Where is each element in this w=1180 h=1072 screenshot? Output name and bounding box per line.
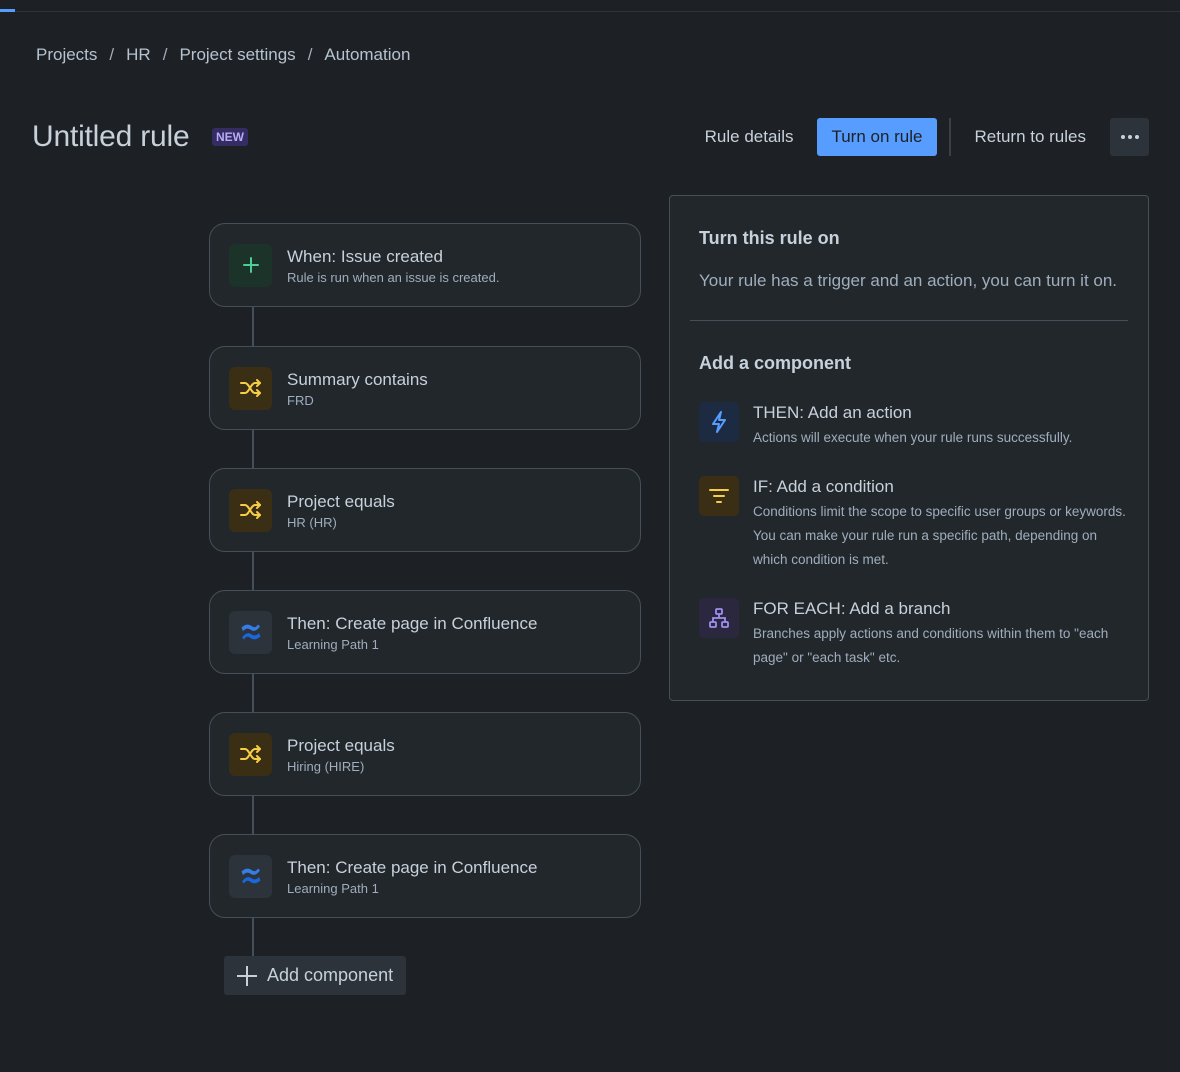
add-component-panel: Turn this rule on Your rule has a trigge… — [669, 195, 1149, 701]
more-actions-button[interactable] — [1110, 118, 1149, 156]
flow-node-condition[interactable]: Project equals Hiring (HIRE) — [209, 712, 641, 796]
node-title: Summary contains — [287, 369, 428, 389]
node-title: Project equals — [287, 735, 395, 755]
flow-node-condition[interactable]: Summary contains FRD — [209, 346, 641, 430]
return-to-rules-button[interactable]: Return to rules — [963, 118, 1099, 156]
plus-icon — [236, 965, 258, 987]
turn-on-rule-button[interactable]: Turn on rule — [817, 118, 937, 156]
new-badge: NEW — [212, 128, 248, 146]
node-title: Then: Create page in Confluence — [287, 613, 538, 633]
more-dots-icon — [1134, 135, 1139, 139]
node-subtitle: Hiring (HIRE) — [287, 758, 365, 774]
panel-divider — [690, 320, 1128, 321]
filter-icon — [699, 476, 739, 516]
breadcrumb-separator: / — [109, 45, 115, 64]
header-divider — [948, 118, 951, 156]
add-action-option[interactable]: THEN: Add an action Actions will execute… — [699, 402, 1129, 450]
breadcrumb-projects[interactable]: Projects — [36, 45, 97, 65]
add-condition-option[interactable]: IF: Add a condition Conditions limit the… — [699, 476, 1129, 572]
component-description: Branches apply actions and conditions wi… — [753, 626, 1109, 665]
component-description: Conditions limit the scope to specific u… — [753, 504, 1126, 567]
add-branch-option[interactable]: FOR EACH: Add a branch Branches apply ac… — [699, 598, 1129, 670]
node-subtitle: Learning Path 1 — [287, 636, 379, 652]
panel-heading: Turn this rule on — [699, 228, 840, 248]
shuffle-icon — [229, 732, 272, 776]
breadcrumb-hr[interactable]: HR — [126, 45, 151, 65]
node-subtitle: HR (HR) — [287, 514, 337, 530]
flow-node-action[interactable]: Then: Create page in Confluence Learning… — [209, 834, 641, 918]
confluence-icon — [229, 854, 272, 898]
rule-details-button[interactable]: Rule details — [693, 118, 806, 156]
breadcrumb-separator: / — [307, 45, 313, 64]
top-nav-bar — [0, 0, 1180, 12]
loading-progress-indicator — [0, 9, 15, 12]
component-title: IF: Add a condition — [753, 477, 894, 496]
page-title[interactable]: Untitled rule — [32, 120, 190, 154]
breadcrumb-project-settings[interactable]: Project settings — [179, 45, 295, 65]
node-title: When: Issue created — [287, 246, 443, 266]
node-subtitle: FRD — [287, 392, 314, 408]
add-component-button[interactable]: Add component — [224, 956, 406, 995]
breadcrumb: Projects / HR / Project settings / Autom… — [36, 45, 410, 65]
component-title: THEN: Add an action — [753, 403, 912, 422]
node-subtitle: Rule is run when an issue is created. — [287, 269, 500, 285]
breadcrumb-automation[interactable]: Automation — [324, 45, 410, 65]
header-actions: Rule details Turn on rule Return to rule… — [693, 118, 1149, 156]
component-description: Actions will execute when your rule runs… — [753, 430, 1073, 445]
flow-node-trigger[interactable]: When: Issue created Rule is run when an … — [209, 223, 641, 307]
panel-description: Your rule has a trigger and an action, y… — [699, 271, 1118, 290]
lightning-icon — [699, 402, 739, 442]
flow-node-condition[interactable]: Project equals HR (HR) — [209, 468, 641, 552]
component-title: FOR EACH: Add a branch — [753, 599, 951, 618]
node-subtitle: Learning Path 1 — [287, 880, 379, 896]
flow-node-action[interactable]: Then: Create page in Confluence Learning… — [209, 590, 641, 674]
add-component-label: Add component — [267, 965, 394, 985]
confluence-icon — [229, 610, 272, 654]
plus-icon — [229, 243, 272, 287]
more-dots-icon — [1127, 135, 1132, 139]
node-title: Project equals — [287, 491, 395, 511]
more-dots-icon — [1120, 135, 1125, 139]
node-title: Then: Create page in Confluence — [287, 857, 538, 877]
shuffle-icon — [229, 366, 272, 410]
add-component-heading: Add a component — [699, 353, 851, 373]
breadcrumb-separator: / — [162, 45, 168, 64]
shuffle-icon — [229, 488, 272, 532]
branch-icon — [699, 598, 739, 638]
